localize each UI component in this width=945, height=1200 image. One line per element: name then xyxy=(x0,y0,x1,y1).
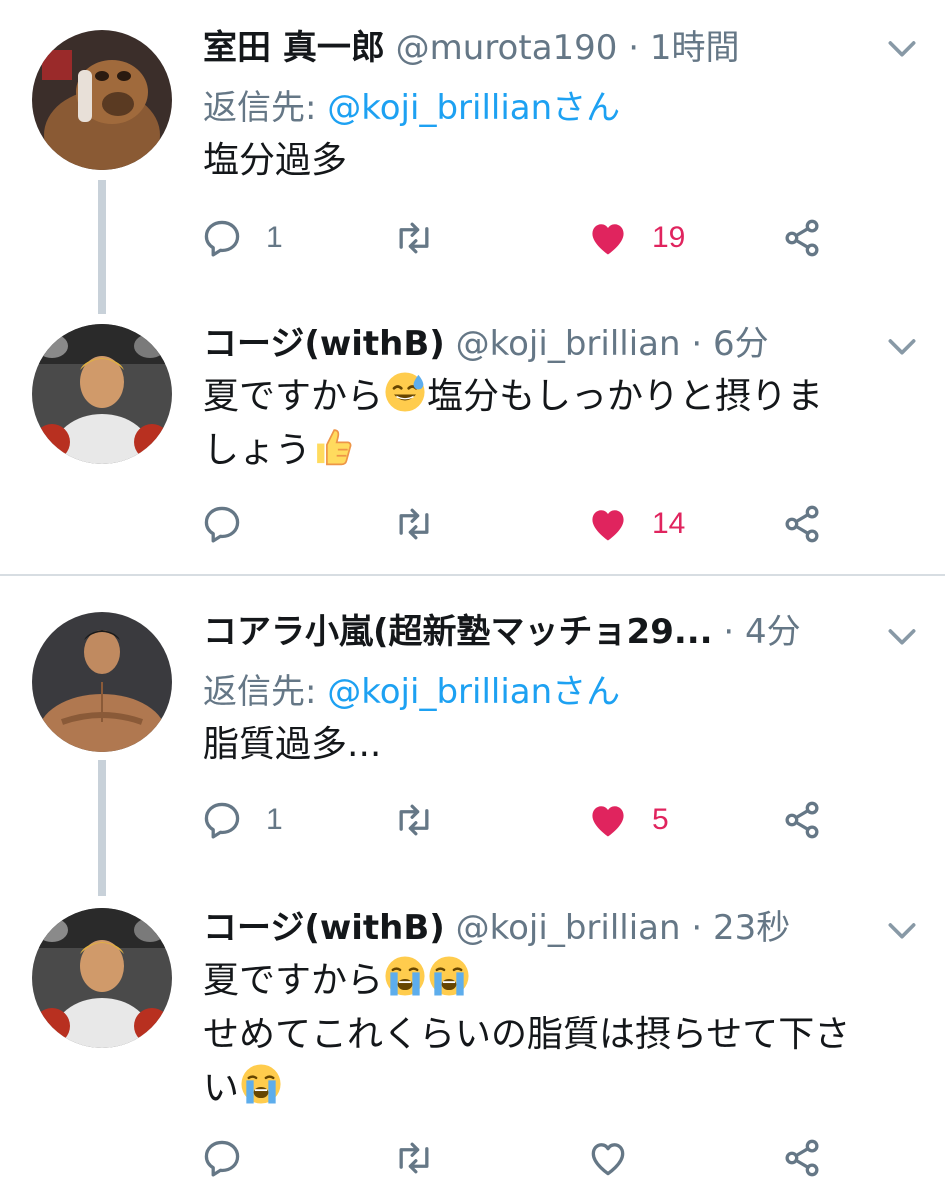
sweat-smile-emoji-icon xyxy=(383,370,427,414)
like-button[interactable]: 19 xyxy=(586,208,685,268)
separator: · xyxy=(712,612,746,652)
tweet-text-line: い xyxy=(203,1062,903,1116)
tweet-text-line: 塩分過多 xyxy=(203,140,348,181)
thumbs-up-emoji-icon xyxy=(311,424,355,468)
tweet[interactable]: コージ(withB) @koji_brillian · 6分 夏ですから 塩分もし… xyxy=(0,310,945,574)
chevron-down-icon[interactable] xyxy=(882,326,922,366)
display-name[interactable]: コージ(withB) xyxy=(203,324,445,364)
retweet-button[interactable] xyxy=(392,494,436,554)
tweet-text: 脂質過多... xyxy=(203,718,903,772)
tweet[interactable]: 室田 真一郎 @murota190 · 1時間 返信先: @koji_brill… xyxy=(0,0,945,310)
tweet[interactable]: コージ(withB) @koji_brillian · 23秒 夏ですから せめ… xyxy=(0,896,945,1200)
tweet-text-line: せめてこれくらいの脂質は摂らせて下さ xyxy=(203,1014,851,1055)
retweet-button[interactable] xyxy=(392,208,436,268)
tweet-text: 夏ですから 塩分もしっかりと摂りま しょう xyxy=(203,370,903,478)
reply-to-line: 返信先: @koji_brillianさん xyxy=(203,666,620,718)
reply-icon xyxy=(200,1136,244,1180)
muscle-man-avatar-icon[interactable] xyxy=(32,612,172,752)
tweet-text-segment: 夏ですから xyxy=(203,960,384,1001)
reply-icon xyxy=(200,502,244,546)
separator: · xyxy=(617,28,650,68)
retweet-icon xyxy=(392,798,436,842)
reply-button[interactable]: 1 xyxy=(200,790,283,850)
reply-to-handle[interactable]: @koji_brillianさん xyxy=(327,672,620,712)
display-name[interactable]: 室田 真一郎 xyxy=(203,28,385,68)
display-name[interactable]: コアラ小嵐(超新塾マッチョ29... xyxy=(203,612,713,652)
like-button[interactable]: 14 xyxy=(586,494,685,554)
user-handle[interactable]: @koji_brillian xyxy=(456,324,681,364)
like-count: 5 xyxy=(652,803,669,836)
tweet-text-line: 脂質過多... xyxy=(203,724,382,765)
alf-avatar-icon[interactable] xyxy=(32,30,172,170)
reply-to-label: 返信先: xyxy=(203,672,328,712)
reply-button[interactable] xyxy=(200,1128,266,1188)
share-icon xyxy=(780,1136,824,1180)
tweet-header: コージ(withB) @koji_brillian · 23秒 xyxy=(203,902,790,954)
chevron-down-icon[interactable] xyxy=(882,910,922,950)
timestamp[interactable]: 1時間 xyxy=(650,28,740,68)
chevron-down-icon[interactable] xyxy=(882,28,922,68)
tweet-text-line: しょう xyxy=(203,424,903,478)
action-bar: 1 5 xyxy=(0,790,945,850)
tweet-text-line: 夏ですから xyxy=(203,954,903,1008)
tweet-text: 塩分過多 xyxy=(203,134,903,188)
tweet-text-segment: 夏ですから xyxy=(203,376,384,417)
tweet-header: コージ(withB) @koji_brillian · 6分 xyxy=(203,318,769,370)
action-bar: 14 xyxy=(0,494,945,554)
like-count: 14 xyxy=(652,507,686,540)
tweet-header: コアラ小嵐(超新塾マッチョ29... · 4分 xyxy=(203,606,801,658)
action-bar: 1 19 xyxy=(0,208,945,268)
tweet-text-segment: い xyxy=(203,1068,240,1109)
reply-button[interactable] xyxy=(200,494,266,554)
tweet-text-segment: しょう xyxy=(203,430,312,471)
separator: · xyxy=(680,908,713,948)
tweet-text: 夏ですから せめてこれくらいの脂質は摂らせて下さ い xyxy=(203,954,903,1116)
action-bar xyxy=(0,1128,945,1188)
chevron-down-icon[interactable] xyxy=(882,616,922,656)
timestamp[interactable]: 4分 xyxy=(745,612,801,652)
heart-icon xyxy=(586,798,630,842)
share-button[interactable] xyxy=(780,208,824,268)
user-handle[interactable]: @murota190 xyxy=(396,28,618,68)
crying-emoji-icon xyxy=(383,954,427,998)
retweet-button[interactable] xyxy=(392,1128,436,1188)
tweet[interactable]: コアラ小嵐(超新塾マッチョ29... · 4分 返信先: @koji_brill… xyxy=(0,576,945,890)
timestamp[interactable]: 6分 xyxy=(713,324,769,364)
reply-count: 1 xyxy=(266,221,283,254)
share-icon xyxy=(780,216,824,260)
koji-avatar-icon[interactable] xyxy=(32,908,172,1048)
heart-icon xyxy=(586,216,630,260)
share-icon xyxy=(780,502,824,546)
display-name[interactable]: コージ(withB) xyxy=(203,908,445,948)
timestamp[interactable]: 23秒 xyxy=(713,908,790,948)
tweet-text-segment: 塩分もしっかりと摂りま xyxy=(427,376,824,417)
retweet-button[interactable] xyxy=(392,790,436,850)
reply-icon xyxy=(200,216,244,260)
retweet-icon xyxy=(392,502,436,546)
retweet-icon xyxy=(392,1136,436,1180)
tweet-text-line: 夏ですから 塩分もしっかりと摂りま xyxy=(203,370,903,424)
reply-icon xyxy=(200,798,244,842)
share-icon xyxy=(780,798,824,842)
like-count: 19 xyxy=(652,221,686,254)
separator: · xyxy=(680,324,713,364)
share-button[interactable] xyxy=(780,790,824,850)
reply-count: 1 xyxy=(266,803,283,836)
like-button[interactable] xyxy=(586,1128,652,1188)
crying-emoji-icon xyxy=(427,954,471,998)
like-button[interactable]: 5 xyxy=(586,790,669,850)
reply-button[interactable]: 1 xyxy=(200,208,283,268)
crying-emoji-icon xyxy=(239,1062,283,1106)
share-button[interactable] xyxy=(780,1128,824,1188)
koji-avatar-icon[interactable] xyxy=(32,324,172,464)
heart-outline-icon xyxy=(586,1136,630,1180)
user-handle[interactable]: @koji_brillian xyxy=(456,908,681,948)
retweet-icon xyxy=(392,216,436,260)
heart-icon xyxy=(586,502,630,546)
tweet-header: 室田 真一郎 @murota190 · 1時間 xyxy=(203,22,740,74)
reply-to-line: 返信先: @koji_brillianさん xyxy=(203,82,620,134)
reply-to-label: 返信先: xyxy=(203,88,328,128)
share-button[interactable] xyxy=(780,494,824,554)
reply-to-handle[interactable]: @koji_brillianさん xyxy=(327,88,620,128)
